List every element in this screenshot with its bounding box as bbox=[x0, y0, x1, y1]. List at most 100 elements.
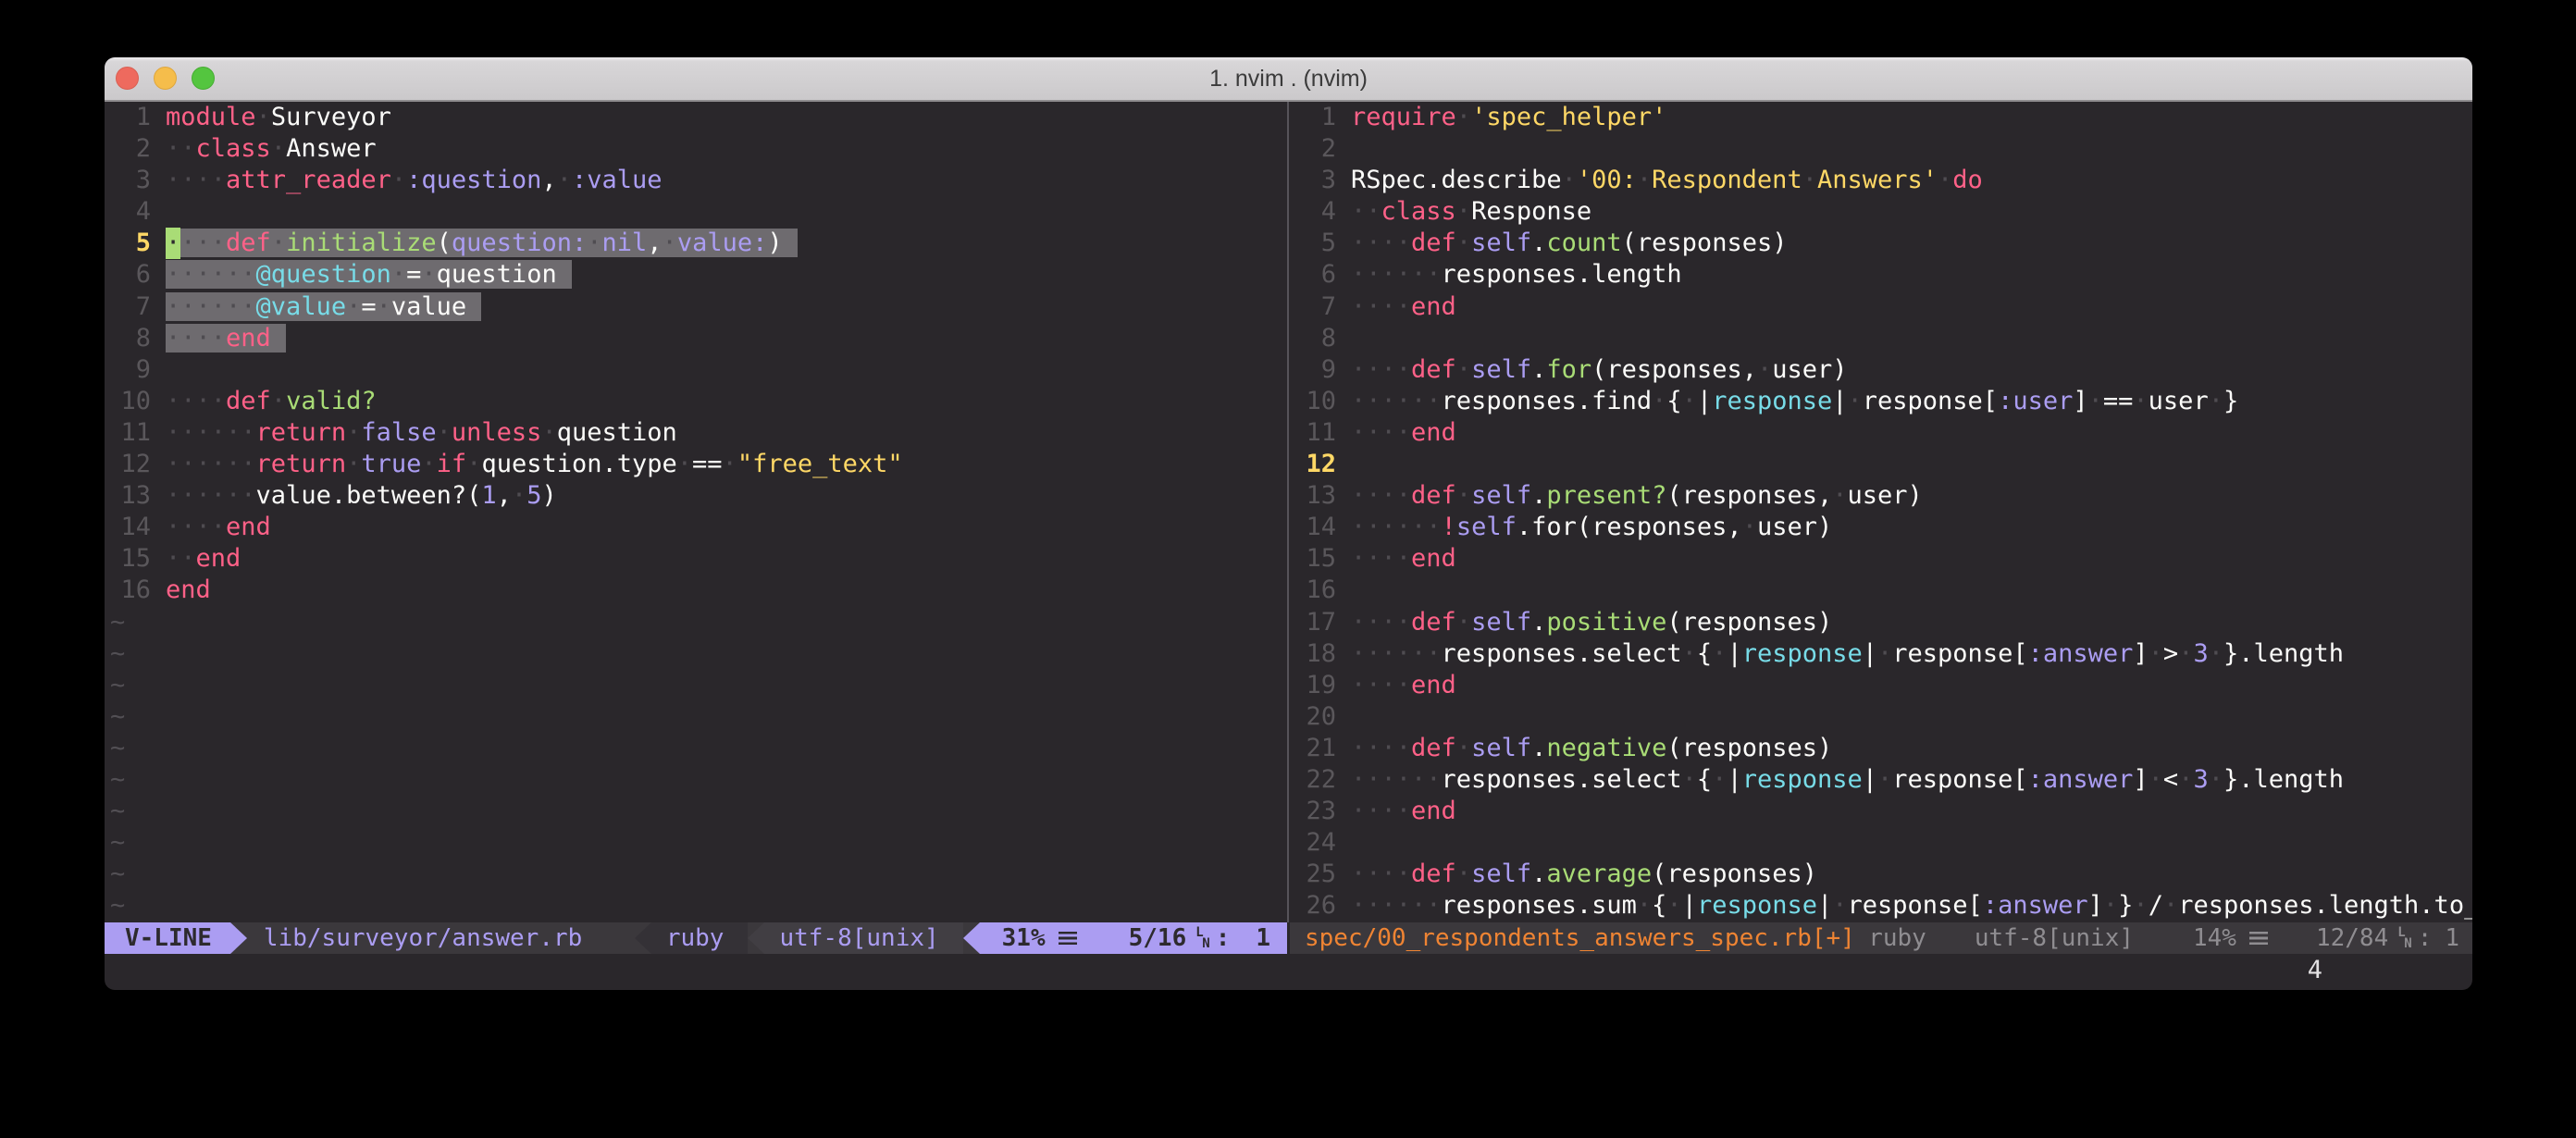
code-line[interactable]: 24 bbox=[1290, 827, 2472, 859]
whitespace-dots: · bbox=[663, 229, 677, 257]
code-line[interactable]: 2 bbox=[1290, 133, 2472, 165]
code-line[interactable]: 12 bbox=[1290, 449, 2472, 480]
right-editor-pane[interactable]: 1require·'spec_helper'23RSpec.describe·'… bbox=[1290, 102, 2472, 922]
whitespace-dots: ······ bbox=[1351, 765, 1442, 794]
column-number: 1 bbox=[2445, 924, 2459, 952]
vertical-split-divider[interactable] bbox=[1287, 102, 1290, 922]
whitespace-dots: · bbox=[1652, 387, 1666, 415]
code-line[interactable]: 11······return·false·unless·question bbox=[105, 417, 1287, 449]
code-token: Answers' bbox=[1817, 166, 1938, 194]
code-line[interactable]: 6······@question·=·question bbox=[105, 259, 1287, 291]
code-text: ····def·self.negative(responses) bbox=[1336, 733, 1832, 764]
code-line[interactable]: 23····end bbox=[1290, 796, 2472, 827]
code-token: (responses) bbox=[1666, 608, 1832, 637]
whitespace-dots: · bbox=[1802, 166, 1817, 194]
code-line[interactable]: 13····def·self.present?(responses,·user) bbox=[1290, 480, 2472, 512]
code-line[interactable]: 7······@value·=·value bbox=[105, 291, 1287, 323]
code-token: self bbox=[1471, 481, 1531, 510]
whitespace-dots: · bbox=[1456, 481, 1471, 510]
whitespace-dots: ······ bbox=[1351, 260, 1442, 289]
whitespace-dots: ···· bbox=[166, 166, 226, 194]
code-line[interactable]: 1module·Surveyor bbox=[105, 102, 1287, 133]
code-line[interactable]: 4 bbox=[105, 196, 1287, 228]
code-line[interactable]: 17····def·self.positive(responses) bbox=[1290, 607, 2472, 638]
code-line[interactable]: 14······!self.for(responses,·user) bbox=[1290, 512, 2472, 543]
code-token: = bbox=[361, 292, 376, 321]
code-line[interactable]: 7····end bbox=[1290, 291, 2472, 323]
code-line[interactable]: 20 bbox=[1290, 701, 2472, 733]
code-line[interactable]: 11····end bbox=[1290, 417, 2472, 449]
code-line[interactable]: 3RSpec.describe·'00:·Respondent·Answers'… bbox=[1290, 165, 2472, 196]
code-line[interactable]: 25····def·self.average(responses) bbox=[1290, 859, 2472, 890]
powerline-separator-icon bbox=[230, 922, 247, 954]
code-token: } bbox=[2223, 387, 2238, 415]
code-token: '00: bbox=[1577, 166, 1637, 194]
left-editor-pane[interactable]: 1module·Surveyor2··class·Answer3····attr… bbox=[105, 102, 1287, 922]
code-line[interactable]: 9····def·self.for(responses,·user) bbox=[1290, 354, 2472, 386]
code-line[interactable]: 12······return·true·if·question.type·==·… bbox=[105, 449, 1287, 480]
code-token: def bbox=[1411, 229, 1456, 257]
whitespace-dots: · bbox=[512, 481, 526, 510]
code-line[interactable]: 6······responses.length bbox=[1290, 259, 2472, 291]
code-token: response[ bbox=[1863, 387, 1998, 415]
whitespace-dots: · bbox=[466, 450, 481, 478]
code-line[interactable]: 15··end bbox=[105, 543, 1287, 575]
scroll-percent: 14% bbox=[2193, 924, 2236, 952]
code-line[interactable]: 9 bbox=[105, 354, 1287, 386]
code-line[interactable]: 4··class·Response bbox=[1290, 196, 2472, 228]
code-text: end bbox=[151, 575, 211, 606]
whitespace-dots: · bbox=[166, 229, 180, 257]
code-line[interactable]: 10······responses.find·{·|response|·resp… bbox=[1290, 386, 2472, 417]
whitespace-dots: ···· bbox=[166, 387, 226, 415]
code-line[interactable]: 16end bbox=[105, 575, 1287, 606]
code-line[interactable]: 5····def·self.count(responses) bbox=[1290, 228, 2472, 259]
colon-separator: : bbox=[2418, 924, 2433, 952]
mode-indicator: V-LINE bbox=[105, 922, 230, 954]
code-line[interactable]: 26······responses.sum·{·|response|·respo… bbox=[1290, 890, 2472, 922]
code-text bbox=[1336, 575, 1351, 606]
filetype-indicator: ruby bbox=[651, 922, 749, 954]
code-line[interactable]: 3····attr_reader·:question,·:value bbox=[105, 165, 1287, 196]
code-line[interactable]: 10····def·valid? bbox=[105, 386, 1287, 417]
code-line[interactable]: 18······responses.select·{·|response|·re… bbox=[1290, 638, 2472, 670]
window-titlebar[interactable]: 1. nvim . (nvim) bbox=[105, 57, 2472, 102]
line-number: 13 bbox=[105, 480, 151, 512]
code-line[interactable]: 5····def·initialize(question:·nil,·value… bbox=[105, 228, 1287, 259]
empty-buffer-line: ~ bbox=[105, 607, 1287, 638]
whitespace-dots: · bbox=[557, 166, 572, 194]
code-line[interactable]: 2··class·Answer bbox=[105, 133, 1287, 165]
whitespace-dots: · bbox=[377, 292, 391, 321]
whitespace-dots: ···· bbox=[166, 324, 226, 353]
code-token: require bbox=[1351, 103, 1456, 131]
scroll-percent: 31% bbox=[1002, 924, 1046, 952]
code-line[interactable]: 22······responses.select·{·|response|·re… bbox=[1290, 764, 2472, 796]
code-line[interactable]: 16 bbox=[1290, 575, 2472, 606]
tilde-marker: ~ bbox=[105, 890, 125, 922]
code-token: user) bbox=[1772, 355, 1847, 384]
code-text bbox=[1336, 827, 1351, 859]
code-line[interactable]: 21····def·self.negative(responses) bbox=[1290, 733, 2472, 764]
code-token: / bbox=[2149, 891, 2163, 920]
line-number: 3 bbox=[105, 165, 151, 196]
file-path-right: spec/00_respondents_answers_spec.rb[+] bbox=[1290, 922, 1855, 954]
code-line[interactable]: 14····end bbox=[105, 512, 1287, 543]
code-text: ······responses.length bbox=[1336, 259, 1682, 291]
line-number: 16 bbox=[1290, 575, 1336, 606]
code-line[interactable]: 19····end bbox=[1290, 670, 2472, 701]
code-line[interactable]: 8 bbox=[1290, 323, 2472, 354]
whitespace-dots: ···· bbox=[1351, 355, 1411, 384]
whitespace-dots: · bbox=[1456, 608, 1471, 637]
code-text: ····def·self.for(responses,·user) bbox=[1336, 354, 1848, 386]
visual-selection: ····end bbox=[166, 324, 286, 353]
code-token: @value bbox=[256, 292, 347, 321]
code-line[interactable]: 1require·'spec_helper' bbox=[1290, 102, 2472, 133]
code-token: { bbox=[1666, 387, 1681, 415]
line-number-icon: LN bbox=[2397, 926, 2411, 950]
code-line[interactable]: 8····end bbox=[105, 323, 1287, 354]
code-token: end bbox=[1411, 292, 1456, 321]
code-token: ) bbox=[541, 481, 556, 510]
code-line[interactable]: 15····end bbox=[1290, 543, 2472, 575]
code-line[interactable]: 13······value.between?(1,·5) bbox=[105, 480, 1287, 512]
code-text: ····def·valid? bbox=[151, 386, 377, 417]
code-text: ······responses.sum·{·|response|·respons… bbox=[1336, 890, 2472, 922]
